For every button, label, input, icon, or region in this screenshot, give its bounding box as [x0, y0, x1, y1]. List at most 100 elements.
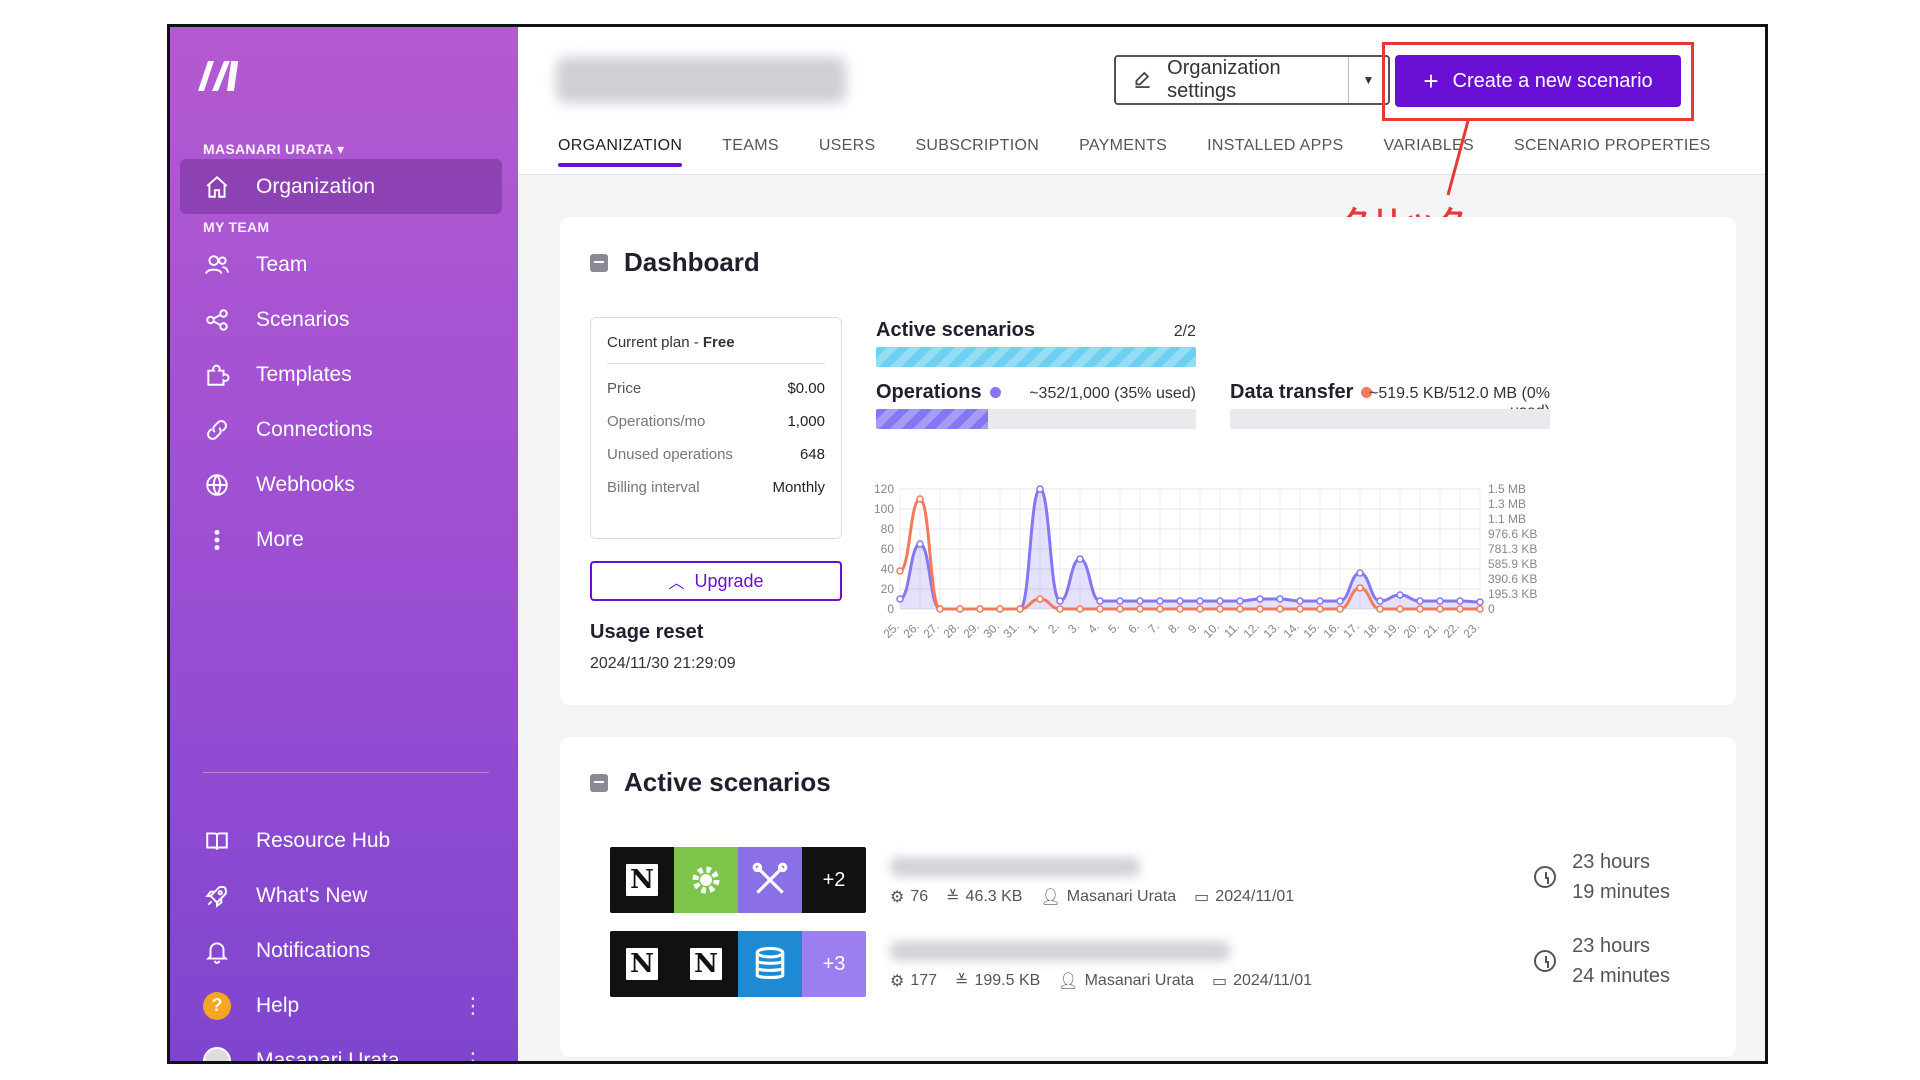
time-line-1: 23 hours — [1572, 935, 1650, 957]
tab-scenario-properties[interactable]: SCENARIO PROPERTIES — [1514, 137, 1711, 167]
section-label-my-team: MY TEAM — [203, 219, 270, 235]
org-name-blurred — [556, 57, 846, 103]
x-tick-label: 7. — [1145, 619, 1162, 636]
sidebar-item-label: Team — [256, 252, 308, 276]
sidebar-item-webhooks[interactable]: Webhooks — [180, 457, 502, 512]
data-point — [1256, 595, 1264, 603]
scenario-name-blurred — [890, 857, 1140, 877]
date-stat: ▭ 2024/11/01 — [1212, 971, 1312, 991]
data-point — [1396, 605, 1404, 613]
create-scenario-button[interactable]: + Create a new scenario — [1395, 55, 1681, 107]
data-point — [1456, 605, 1464, 613]
users-icon — [202, 250, 232, 280]
data-point — [1476, 598, 1484, 606]
plan-head-prefix: Current plan - — [607, 334, 703, 351]
plan-row: Price $0.00 — [607, 372, 825, 405]
sidebar-item-label: Notifications — [256, 938, 371, 962]
tab-teams[interactable]: TEAMS — [722, 137, 779, 167]
sidebar-item-user[interactable]: Masanari Urata ⋮ — [180, 1033, 502, 1062]
owner-name: Masanari Urata — [1066, 888, 1177, 905]
sidebar-item-team[interactable]: Team — [180, 237, 502, 292]
data-point — [1156, 605, 1164, 613]
avatar — [202, 1046, 232, 1061]
data-point — [1176, 605, 1184, 613]
tab-subscription[interactable]: SUBSCRIPTION — [915, 137, 1039, 167]
more-vertical-icon[interactable]: ⋮ — [462, 1048, 484, 1062]
notion-icon: N — [610, 931, 674, 997]
sidebar-item-help[interactable]: ? Help ⋮ — [180, 978, 502, 1033]
plan-row: Billing interval Monthly — [607, 471, 825, 504]
module-count: +3 — [802, 931, 866, 997]
tab-payments[interactable]: PAYMENTS — [1079, 137, 1167, 167]
gear-icon: ⚙ — [890, 889, 905, 906]
tab-users[interactable]: USERS — [819, 137, 876, 167]
more-vertical-icon — [202, 525, 232, 555]
sidebar-item-connections[interactable]: Connections — [180, 402, 502, 457]
sidebar-item-templates[interactable]: Templates — [180, 347, 502, 402]
help-icon: ? — [202, 991, 232, 1021]
data-point — [1436, 597, 1444, 605]
sidebar-item-scenarios[interactable]: Scenarios — [180, 292, 502, 347]
sidebar-item-resource-hub[interactable]: Resource Hub — [180, 813, 502, 868]
data-point — [1216, 605, 1224, 613]
data-point — [1056, 597, 1064, 605]
data-point — [916, 495, 924, 503]
make-logo-icon[interactable] — [194, 55, 246, 95]
scenario-row[interactable]: N N +3 ⚙ 177 ≚ 199.5 KB 👤︎ Masanari Urata ▭… — [610, 931, 1720, 997]
scenario-name-blurred — [890, 941, 1230, 961]
more-vertical-icon[interactable]: ⋮ — [462, 993, 484, 1019]
user-icon: 👤︎ — [1040, 889, 1061, 906]
sidebar-item-label: Scenarios — [256, 307, 350, 331]
caret-down-icon[interactable]: ▼ — [1348, 57, 1388, 103]
x-tick-label: 11. — [1221, 619, 1242, 640]
create-scenario-label: Create a new scenario — [1452, 69, 1653, 92]
x-tick-label: 30. — [980, 619, 1002, 641]
sidebar-item-label: More — [256, 527, 304, 551]
data-point — [1116, 597, 1124, 605]
y2-tick-label: 781.3 KB — [1488, 542, 1537, 556]
collapse-toggle-icon[interactable] — [590, 253, 608, 272]
sidebar-item-more[interactable]: More — [180, 512, 502, 567]
plus-icon: + — [1423, 66, 1439, 96]
chevron-down-icon: ≚ — [946, 889, 960, 906]
x-tick-label: 21. — [1420, 619, 1442, 641]
sidebar-item-organization[interactable]: Organization — [180, 159, 502, 214]
data-point — [976, 605, 984, 613]
clock-icon — [1534, 866, 1557, 888]
data-point — [1276, 595, 1284, 603]
data-point — [1356, 584, 1364, 592]
data-point — [1476, 605, 1484, 613]
owner-name: Masanari Urata — [1084, 972, 1194, 989]
plan-key: Price — [607, 380, 642, 397]
notion-icon: N — [610, 847, 674, 913]
chevron-down-icon: ≚ — [955, 973, 969, 990]
plan-value: 648 — [799, 446, 825, 463]
data-point — [936, 605, 944, 613]
module-count: +2 — [802, 847, 866, 913]
main-content: Organization settings ▼ + Create a new s… — [518, 27, 1765, 1061]
globe-icon — [202, 470, 232, 500]
meter-label-text: Data transfer — [1230, 381, 1354, 403]
tab-organization[interactable]: ORGANIZATION — [558, 137, 683, 167]
x-tick-label: 8. — [1165, 619, 1182, 636]
upgrade-button[interactable]: ︿ Upgrade — [590, 561, 842, 601]
sidebar-item-notifications[interactable]: Notifications — [180, 923, 502, 978]
sidebar-item-whats-new[interactable]: What's New — [180, 868, 502, 923]
data-point — [1396, 591, 1404, 599]
scenario-row[interactable]: N +2 ⚙ 76 ≚ 46.3 KB 👤︎ Masanari Urata ▭ 2024… — [610, 847, 1720, 913]
tab-variables[interactable]: VARIABLES — [1384, 137, 1474, 167]
operations-meter-value: ~352/1,000 (35% used) — [1029, 385, 1196, 402]
plan-value: 1,000 — [787, 413, 825, 430]
collapse-toggle-icon[interactable] — [590, 773, 608, 792]
active-scenarios-bar — [876, 347, 1196, 367]
data-point — [1136, 605, 1144, 613]
org-switcher[interactable]: MASANARI URATA ▾ — [203, 141, 344, 158]
y-tick-label: 100 — [874, 502, 894, 516]
y2-tick-label: 976.6 KB — [1488, 527, 1537, 541]
x-tick-label: 3. — [1065, 619, 1082, 636]
org-settings-button[interactable]: Organization settings — [1116, 57, 1348, 103]
sidebar: MASANARI URATA ▾ Organization MY TEAM Te… — [170, 27, 518, 1061]
data-point — [1256, 605, 1264, 613]
tab-installed-apps[interactable]: INSTALLED APPS — [1207, 137, 1343, 167]
operations-stat: ⚙ 177 — [890, 971, 937, 991]
